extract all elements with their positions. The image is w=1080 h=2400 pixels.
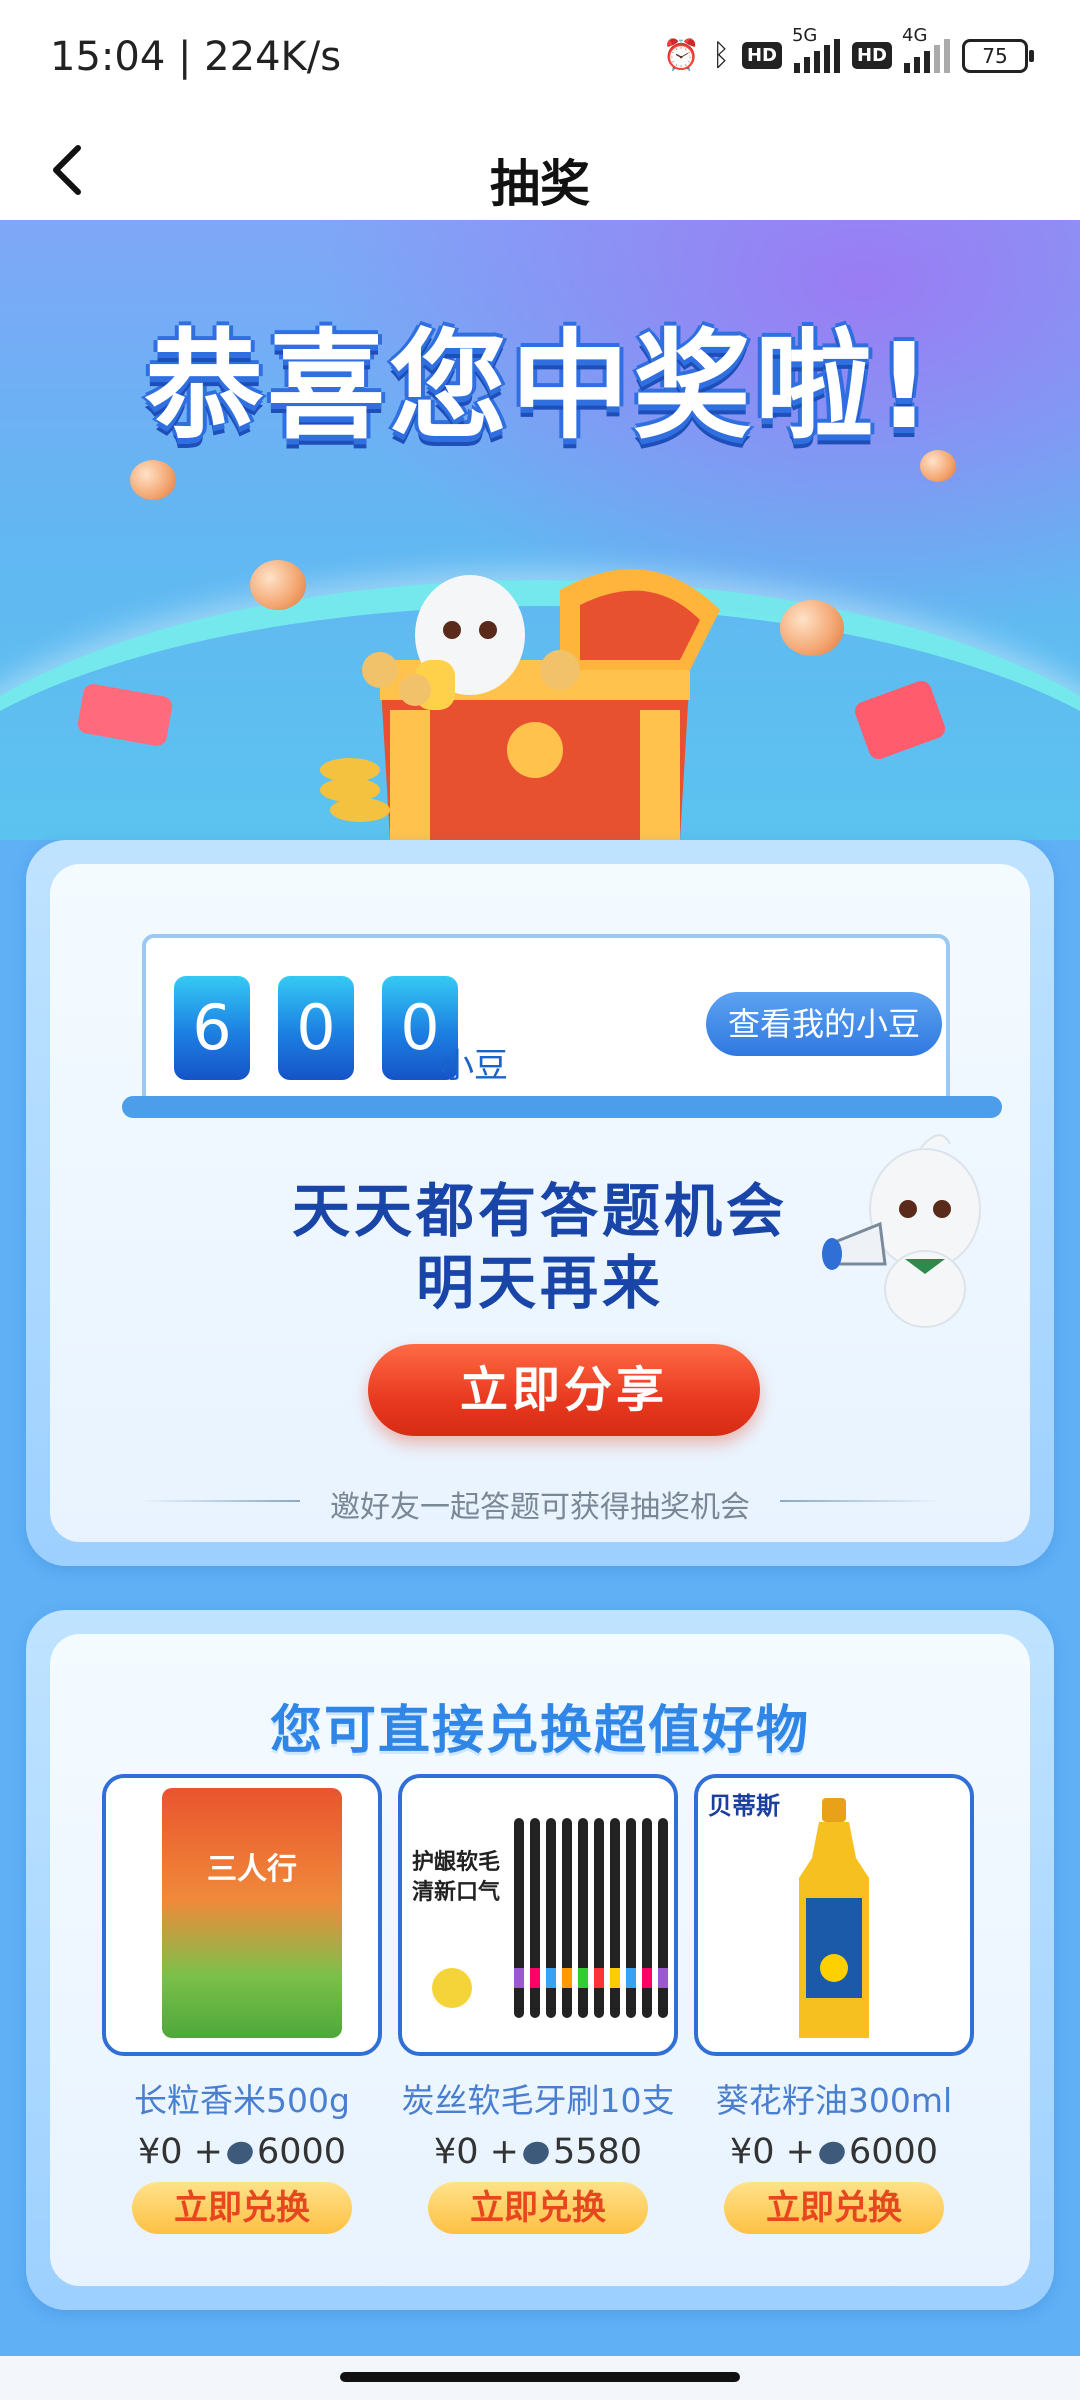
oil-bottle-illustration [799, 1798, 869, 2038]
product-image-rice[interactable]: 三人行 [102, 1774, 382, 2056]
product-price: ¥0 +6000 [137, 2132, 347, 2172]
score-shelf [122, 1096, 1002, 1118]
exchange-card: 您可直接兑换超值好物 三人行 长粒香米500g ¥0 +6000 立即兑换 护龈… [26, 1610, 1054, 2310]
treasure-chest-mascot-illustration [320, 569, 720, 840]
hd-badge-2: HD [851, 42, 892, 69]
mascot-megaphone-illustration [822, 1134, 981, 1328]
product-name: 炭丝软毛牙刷10支 [401, 2081, 675, 2120]
nav-bar: 抽奖 [0, 120, 1080, 220]
redeem-button[interactable]: 立即兑换 [428, 2182, 648, 2234]
view-my-beans-button[interactable]: 查看我的小豆 [706, 992, 942, 1056]
home-indicator[interactable] [340, 2372, 740, 2382]
product-image-toothbrush[interactable]: 护龈软毛 清新口气 [398, 1774, 678, 2056]
share-hint: 邀好友一起答题可获得抽奖机会 [330, 1490, 750, 1525]
bluetooth-icon: ᛒ [711, 38, 730, 73]
hero-title: 恭喜您中奖啦! [145, 317, 935, 455]
status-time: 15:04 | 224K/s [50, 34, 342, 80]
page-title: 抽奖 [490, 155, 590, 213]
battery-icon: 75 [962, 38, 1034, 73]
signal-4g-icon: 4G [902, 25, 950, 73]
product-card[interactable]: 贝蒂斯 葵花籽油300ml ¥0 +6000 立即兑换 [694, 1774, 974, 2234]
score-unit: 小豆 [440, 1046, 508, 1086]
bean-icon [815, 2138, 848, 2168]
score-box: 6 0 0 小豆 查看我的小豆 [142, 934, 950, 1112]
share-button[interactable]: 立即分享 [368, 1344, 760, 1436]
exchange-title: 您可直接兑换超值好物 [269, 1701, 810, 1761]
product-name: 葵花籽油300ml [715, 2081, 953, 2120]
score-digit: 0 [278, 976, 354, 1080]
prize-card-inner: 6 0 0 小豆 查看我的小豆 天天都有答题机会 明天再来 立即分享 邀好友一起… [50, 864, 1030, 1542]
signal-5g-icon: 5G [792, 25, 840, 73]
status-bar: 15:04 | 224K/s ⏰ ᛒ HD 5G HD 4G 75 [0, 0, 1080, 120]
score-digit: 6 [174, 976, 250, 1080]
hero-banner: 恭喜您中奖啦! [0, 220, 1080, 840]
product-image-oil[interactable]: 贝蒂斯 [694, 1774, 974, 2056]
bean-decoration [250, 560, 306, 610]
hd-badge: HD [741, 42, 782, 69]
status-icons: ⏰ ᛒ HD 5G HD 4G 75 [662, 25, 1034, 73]
bean-icon [223, 2138, 256, 2168]
redeem-button[interactable]: 立即兑换 [132, 2182, 352, 2234]
bean-decoration [130, 460, 176, 500]
redeem-button[interactable]: 立即兑换 [724, 2182, 944, 2234]
toothbrushes-illustration [514, 1818, 668, 2018]
exchange-card-inner: 您可直接兑换超值好物 三人行 长粒香米500g ¥0 +6000 立即兑换 护龈… [50, 1634, 1030, 2286]
product-price: ¥0 +6000 [729, 2132, 939, 2172]
bean-icon [519, 2138, 552, 2168]
bean-decoration [780, 600, 844, 656]
product-card[interactable]: 三人行 长粒香米500g ¥0 +6000 立即兑换 [102, 1774, 382, 2234]
product-name: 长粒香米500g [134, 2081, 350, 2120]
hint-divider-right [780, 1500, 940, 1502]
product-price: ¥0 +5580 [433, 2132, 643, 2172]
product-card[interactable]: 护龈软毛 清新口气 炭丝软毛牙刷10支 ¥0 + 5580 立即兑换 [398, 1774, 678, 2234]
prize-card: 6 0 0 小豆 查看我的小豆 天天都有答题机会 明天再来 立即分享 邀好友一起… [26, 840, 1054, 1566]
bean-decoration [920, 450, 956, 482]
alarm-icon: ⏰ [662, 38, 700, 73]
